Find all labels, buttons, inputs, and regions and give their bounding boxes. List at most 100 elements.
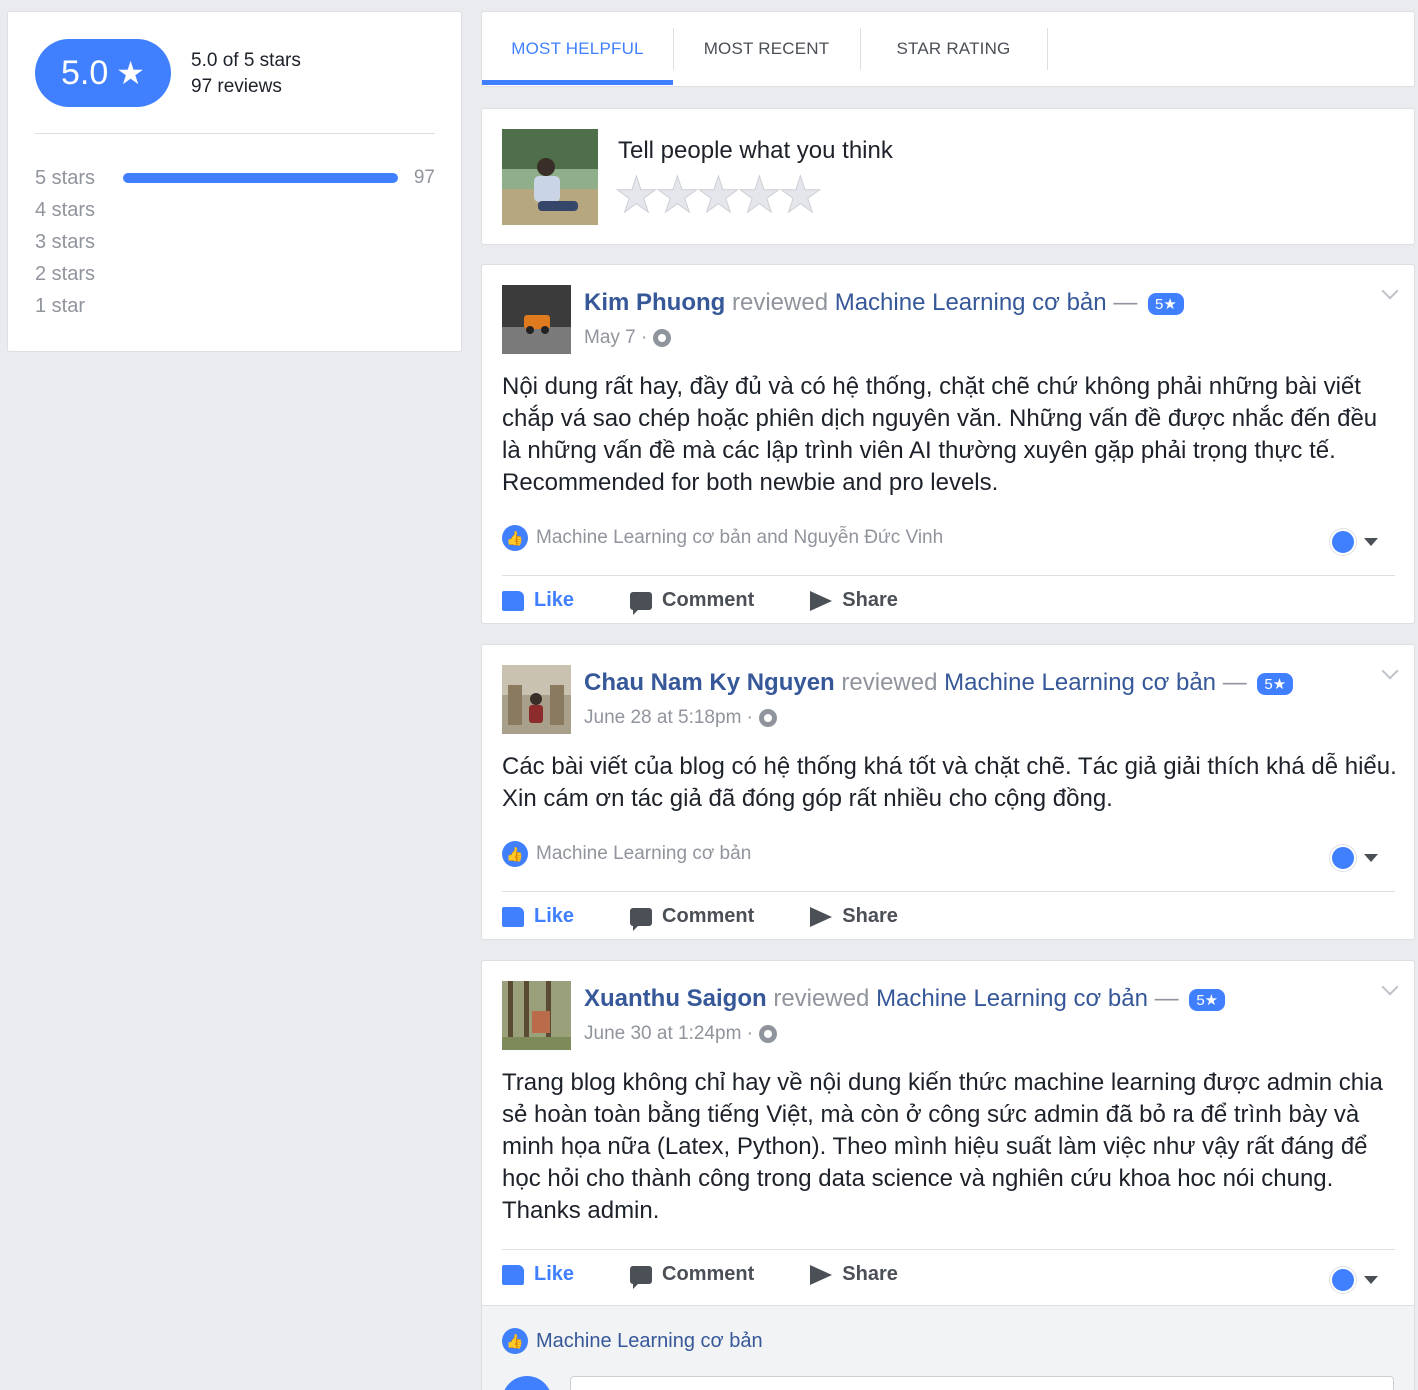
- likes-summary[interactable]: 👍 Machine Learning cơ bản and Nguyễn Đức…: [502, 525, 943, 551]
- dash-separator: —: [1113, 289, 1138, 316]
- divider: [502, 575, 1395, 576]
- rating-distribution: 5 stars 97 4 stars 3 stars 2 stars 1 sta…: [35, 162, 435, 322]
- comments-section: 👍 Machine Learning cơ bản: [482, 1305, 1414, 1390]
- review-card: Xuanthu Saigon reviewed Machine Learning…: [481, 960, 1415, 1390]
- page-avatar-icon: [1330, 845, 1356, 871]
- action-bar: Like Comment Share: [502, 589, 954, 615]
- distribution-row-5[interactable]: 5 stars 97: [35, 162, 435, 194]
- reaction-selector[interactable]: [1330, 529, 1378, 555]
- tab-most-recent[interactable]: MOST RECENT: [673, 12, 860, 86]
- share-button[interactable]: Share: [810, 589, 898, 612]
- dash-separator: —: [1154, 985, 1179, 1012]
- reviewer-avatar[interactable]: [502, 285, 571, 354]
- comment-icon: [630, 591, 653, 615]
- reviewed-page-link[interactable]: Machine Learning cơ bản: [944, 669, 1216, 696]
- comment-label: Comment: [662, 589, 755, 611]
- like-label: Like: [534, 905, 575, 927]
- overall-rating-badge: 5.0 ★: [35, 39, 171, 107]
- divider: [502, 891, 1395, 892]
- star-rating-input[interactable]: ★ ★ ★ ★ ★: [614, 169, 824, 222]
- review-card: Chau Nam Ky Nguyen reviewed Machine Lear…: [481, 644, 1415, 940]
- rating-badge: 5★: [1147, 292, 1184, 315]
- distribution-row-2[interactable]: 2 stars: [35, 258, 435, 290]
- review-header: Kim Phuong reviewed Machine Learning cơ …: [584, 289, 1184, 317]
- reviewer-avatar[interactable]: [502, 665, 571, 734]
- reaction-selector[interactable]: [1330, 845, 1378, 871]
- like-reaction-icon: 👍: [502, 1328, 528, 1354]
- review-date[interactable]: June 28 at 5:18pm ·: [584, 707, 753, 729]
- active-tab-indicator: [482, 80, 673, 85]
- reviewer-avatar[interactable]: [502, 981, 571, 1050]
- comment-label: Comment: [662, 905, 755, 927]
- tab-most-helpful[interactable]: MOST HELPFUL: [482, 12, 673, 86]
- star-5-icon[interactable]: ★: [778, 169, 824, 222]
- reviewer-name[interactable]: Chau Nam Ky Nguyen: [584, 669, 835, 696]
- share-button[interactable]: Share: [810, 905, 898, 928]
- write-review-card: Tell people what you think ★ ★ ★ ★ ★: [481, 108, 1415, 245]
- star-3-icon[interactable]: ★: [696, 169, 742, 222]
- distribution-label: 1 star: [35, 294, 86, 317]
- likes-summary[interactable]: 👍 Machine Learning cơ bản: [502, 841, 751, 867]
- comment-button[interactable]: Comment: [630, 1263, 754, 1289]
- like-button[interactable]: Like: [502, 905, 574, 928]
- like-label: Like: [534, 589, 575, 611]
- globe-icon: [759, 709, 777, 727]
- page-avatar-icon: [1330, 1267, 1356, 1293]
- divider: [502, 1249, 1395, 1250]
- review-header: Xuanthu Saigon reviewed Machine Learning…: [584, 985, 1226, 1013]
- star-4-icon[interactable]: ★: [737, 169, 783, 222]
- distribution-row-3[interactable]: 3 stars: [35, 226, 435, 258]
- star-icon: ★: [116, 55, 145, 91]
- reviewer-name[interactable]: Kim Phuong: [584, 289, 725, 316]
- share-icon: [810, 1264, 833, 1285]
- comment-button[interactable]: Comment: [630, 589, 755, 615]
- review-meta: June 30 at 1:24pm ·: [584, 1023, 777, 1045]
- rating-badge: 5★: [1189, 988, 1226, 1011]
- review-sort-tabs: MOST HELPFUL MOST RECENT STAR RATING: [481, 11, 1415, 87]
- likes-text: Machine Learning cơ bản and Nguyễn Đức V…: [536, 527, 944, 548]
- globe-icon: [653, 329, 672, 347]
- distribution-label: 3 stars: [35, 230, 96, 253]
- tab-star-rating[interactable]: STAR RATING: [860, 12, 1047, 86]
- review-meta: May 7 ·: [584, 327, 672, 349]
- star-2-icon[interactable]: ★: [655, 169, 701, 222]
- like-reaction-icon: 👍: [502, 841, 528, 867]
- review-text: Nội dung rất hay, đầy đủ và có hệ thống,…: [502, 373, 1378, 496]
- review-date[interactable]: June 30 at 1:24pm ·: [584, 1023, 753, 1045]
- reviewed-page-link[interactable]: Machine Learning cơ bản: [876, 985, 1148, 1012]
- reaction-selector[interactable]: [1330, 1267, 1378, 1293]
- review-count: 97 reviews: [191, 76, 282, 97]
- rating-badge: 5★: [1257, 672, 1294, 695]
- review-text: Các bài viết của blog có hệ thống khá tố…: [502, 753, 1397, 812]
- review-date[interactable]: May 7 ·: [584, 327, 647, 349]
- distribution-row-4[interactable]: 4 stars: [35, 194, 435, 226]
- chevron-down-icon[interactable]: [1381, 978, 1399, 996]
- chevron-down-icon[interactable]: [1381, 662, 1399, 680]
- like-button[interactable]: Like: [502, 1263, 574, 1286]
- distribution-label: 2 stars: [35, 262, 96, 285]
- chevron-down-icon[interactable]: [1381, 282, 1399, 300]
- likes-summary[interactable]: 👍 Machine Learning cơ bản: [502, 1328, 763, 1354]
- review-verb: reviewed: [732, 289, 829, 316]
- commenter-avatar: [502, 1376, 552, 1390]
- review-card: Kim Phuong reviewed Machine Learning cơ …: [481, 264, 1415, 624]
- distribution-count: 97: [413, 167, 435, 188]
- action-bar: Like Comment Share: [502, 905, 954, 931]
- comment-button[interactable]: Comment: [630, 905, 755, 931]
- review-header: Chau Nam Ky Nguyen reviewed Machine Lear…: [584, 669, 1294, 697]
- distribution-label: 5 stars: [35, 166, 96, 189]
- caret-down-icon: [1364, 854, 1378, 862]
- like-button[interactable]: Like: [502, 589, 574, 612]
- dash-separator: —: [1222, 669, 1247, 696]
- distribution-row-1[interactable]: 1 star: [35, 290, 435, 322]
- comment-input[interactable]: [570, 1376, 1394, 1390]
- reviewer-name[interactable]: Xuanthu Saigon: [584, 985, 767, 1012]
- share-button[interactable]: Share: [810, 1263, 898, 1286]
- share-icon: [810, 590, 833, 611]
- review-text: Trang blog không chỉ hay về nội dung kiế…: [502, 1069, 1383, 1224]
- likes-text: Machine Learning cơ bản: [536, 1329, 763, 1352]
- review-verb: reviewed: [773, 985, 870, 1012]
- share-label: Share: [842, 905, 898, 927]
- star-1-icon[interactable]: ★: [614, 169, 660, 222]
- reviewed-page-link[interactable]: Machine Learning cơ bản: [835, 289, 1107, 316]
